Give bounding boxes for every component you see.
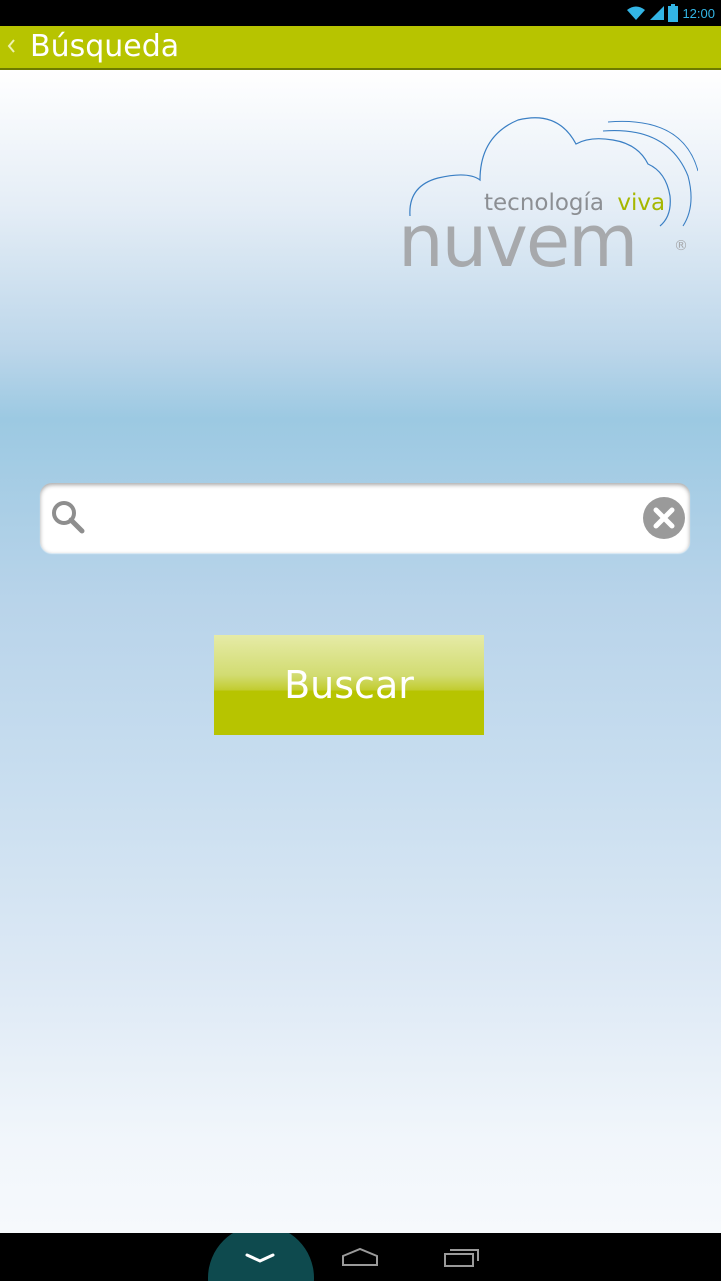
chevron-left-icon[interactable] [4,34,18,58]
action-bar: Búsqueda [0,26,721,70]
home-icon [342,1247,378,1266]
battery-icon [668,4,679,22]
navigation-bar [0,1233,721,1281]
logo-registered: ® [674,238,688,254]
recent-apps-button[interactable] [432,1233,492,1281]
status-icons: 12:00 [626,3,715,23]
clear-icon[interactable] [642,496,686,540]
search-input[interactable] [100,495,624,541]
signal-icon [650,6,665,20]
status-time: 12:00 [682,5,715,21]
home-button[interactable] [330,1233,390,1281]
buscar-button[interactable]: Buscar [214,635,484,735]
main-content: tecnología viva nuvem ® Buscar [0,70,721,1233]
nuvem-logo: tecnología viva nuvem ® [398,117,698,276]
search-icon [52,501,85,534]
search-box [40,483,690,553]
wifi-icon [627,6,646,20]
hide-keyboard-button[interactable] [230,1233,290,1281]
page-title: Búsqueda [30,29,180,64]
logo-brand: nuvem [398,199,636,276]
recent-apps-icon [444,1249,479,1267]
hide-keyboard-icon [245,1253,275,1263]
status-bar: 12:00 [0,0,721,26]
